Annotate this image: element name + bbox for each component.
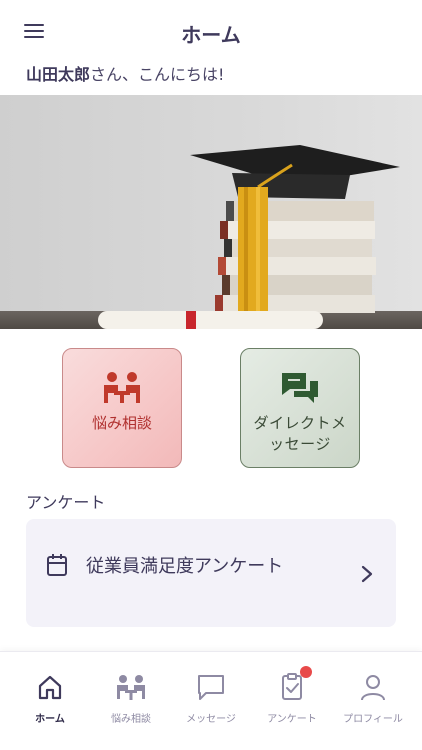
direct-message-label-line2: ッセージ (269, 435, 331, 453)
tab-home-label: ホーム (35, 714, 65, 725)
user-name: 山田太郎 (26, 65, 91, 84)
page-title: ホーム (181, 23, 241, 47)
bottom-tab-bar: ホーム 悩み相談 メッセージ アンケート プロフィール (0, 651, 422, 750)
greeting-suffix: さん、こんにちは! (90, 65, 225, 84)
tab-message-label: メッセージ (186, 714, 236, 725)
hero-image (0, 95, 422, 329)
survey-section-label: アンケート (26, 493, 106, 512)
tab-profile-label: プロフィール (343, 714, 403, 725)
greeting: 山田太郎さん、こんにちは! (26, 61, 224, 85)
message-icon (169, 672, 253, 702)
calendar-icon (46, 553, 68, 581)
survey-card[interactable]: 従業員満足度アンケート (26, 519, 396, 627)
home-icon (8, 672, 92, 702)
tab-home[interactable]: ホーム (8, 670, 92, 730)
chat-bubbles-icon (241, 371, 359, 405)
tab-message[interactable]: メッセージ (169, 670, 253, 730)
consultation-icon (63, 371, 181, 405)
survey-title: 従業員満足度アンケート (86, 556, 284, 577)
tab-survey[interactable]: アンケート (250, 666, 334, 730)
profile-icon (331, 672, 415, 702)
tab-consultation[interactable]: 悩み相談 (89, 670, 173, 730)
direct-message-button[interactable]: ダイレクトメ ッセージ (240, 348, 360, 468)
tab-profile[interactable]: プロフィール (331, 670, 415, 730)
notification-badge (300, 666, 312, 678)
direct-message-label-line1: ダイレクトメ (253, 414, 347, 432)
chevron-right-icon (360, 564, 374, 588)
header: ホーム (0, 0, 422, 62)
tab-survey-label: アンケート (267, 714, 317, 725)
clipboard-check-icon (250, 672, 334, 702)
tab-consultation-label: 悩み相談 (111, 714, 151, 725)
direct-message-label: ダイレクトメ ッセージ (247, 413, 353, 455)
consultation-icon (89, 672, 173, 702)
consultation-label: 悩み相談 (91, 414, 152, 432)
consultation-button[interactable]: 悩み相談 (62, 348, 182, 468)
